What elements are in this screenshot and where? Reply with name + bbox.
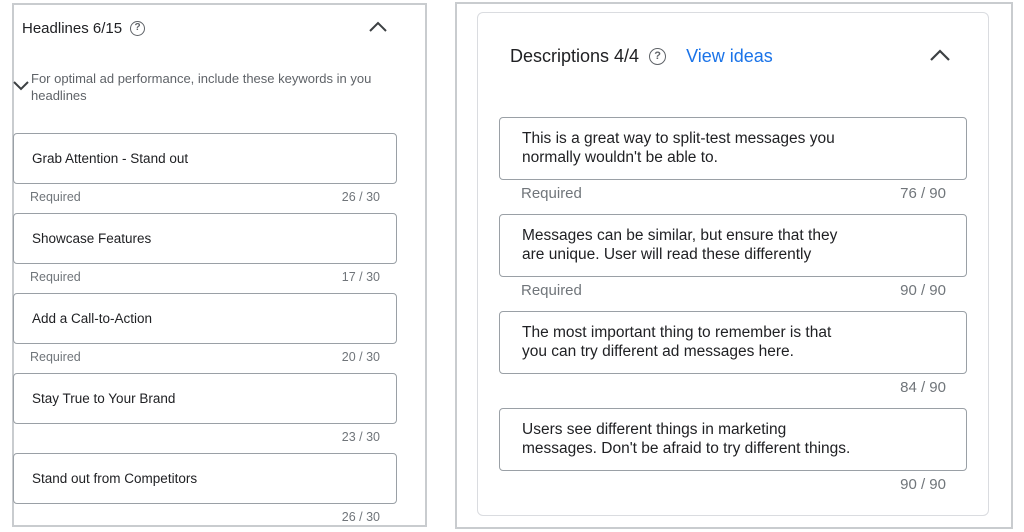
description-line: messages. Don't be afraid to try differe…: [522, 440, 851, 457]
headline-value: Showcase Features: [32, 231, 152, 246]
headlines-title: Headlines 6/15 ?: [22, 20, 146, 37]
required-label: Required: [30, 350, 81, 364]
keywords-hint-line1: For optimal ad performance, include thes…: [31, 71, 372, 86]
description-input-3[interactable]: The most important thing to remember is …: [499, 311, 967, 374]
headline-value: Stand out from Competitors: [32, 471, 198, 486]
descriptions-title: Descriptions 4/4 ? View ideas: [510, 46, 773, 67]
headline-input-4[interactable]: Stay True to Your Brand: [13, 373, 397, 424]
char-count: 76 / 90: [900, 185, 946, 202]
char-count: 17 / 30: [341, 270, 380, 284]
headline-input-2[interactable]: Showcase Features: [13, 213, 397, 264]
description-input-4[interactable]: Users see different things in marketing m…: [499, 408, 967, 471]
description-value: The most important thing to remember is …: [522, 323, 946, 361]
headline-value: Stay True to Your Brand: [32, 391, 176, 406]
description-value: This is a great way to split-test messag…: [522, 129, 946, 167]
description-line: This is a great way to split-test messag…: [522, 130, 835, 147]
headline-input-3[interactable]: Add a Call-to-Action: [13, 293, 397, 344]
description-line: you can try different ad messages here.: [522, 343, 794, 360]
required-label: Required: [521, 282, 582, 299]
char-count: 20 / 30: [341, 350, 380, 364]
description-line: The most important thing to remember is …: [522, 324, 832, 341]
headline-value: Grab Attention - Stand out: [32, 151, 189, 166]
required-label: Required: [30, 190, 81, 204]
description-line: Users see different things in marketing: [522, 421, 787, 438]
required-label: Required: [521, 185, 582, 202]
char-count: 26 / 30: [341, 190, 380, 204]
keywords-hint: For optimal ad performance, include thes…: [31, 70, 413, 104]
chevron-down-icon[interactable]: [13, 81, 29, 91]
help-icon[interactable]: ?: [649, 48, 667, 65]
headlines-title-text: Headlines 6/15: [22, 20, 123, 37]
description-input-1[interactable]: This is a great way to split-test messag…: [499, 117, 967, 180]
description-line: are unique. User will read these differe…: [522, 246, 812, 263]
description-value: Messages can be similar, but ensure that…: [522, 226, 946, 264]
view-ideas-link[interactable]: View ideas: [686, 46, 773, 67]
keywords-hint-line2: headlines: [31, 88, 87, 103]
char-count: 90 / 90: [900, 476, 946, 493]
char-count: 26 / 30: [341, 510, 380, 524]
required-label: Required: [30, 270, 81, 284]
char-count: 90 / 90: [900, 282, 946, 299]
headline-input-1[interactable]: Grab Attention - Stand out: [13, 133, 397, 184]
description-line: Messages can be similar, but ensure that…: [522, 227, 838, 244]
headline-input-5[interactable]: Stand out from Competitors: [13, 453, 397, 504]
chevron-up-icon[interactable]: [368, 21, 388, 33]
description-input-2[interactable]: Messages can be similar, but ensure that…: [499, 214, 967, 277]
headline-value: Add a Call-to-Action: [32, 311, 153, 326]
char-count: 84 / 90: [900, 379, 946, 396]
description-line: normally wouldn't be able to.: [522, 149, 718, 166]
chevron-up-icon[interactable]: [929, 49, 951, 62]
help-icon[interactable]: ?: [130, 21, 146, 36]
char-count: 23 / 30: [341, 430, 380, 444]
description-value: Users see different things in marketing m…: [522, 420, 946, 458]
descriptions-title-text: Descriptions 4/4: [510, 46, 640, 66]
